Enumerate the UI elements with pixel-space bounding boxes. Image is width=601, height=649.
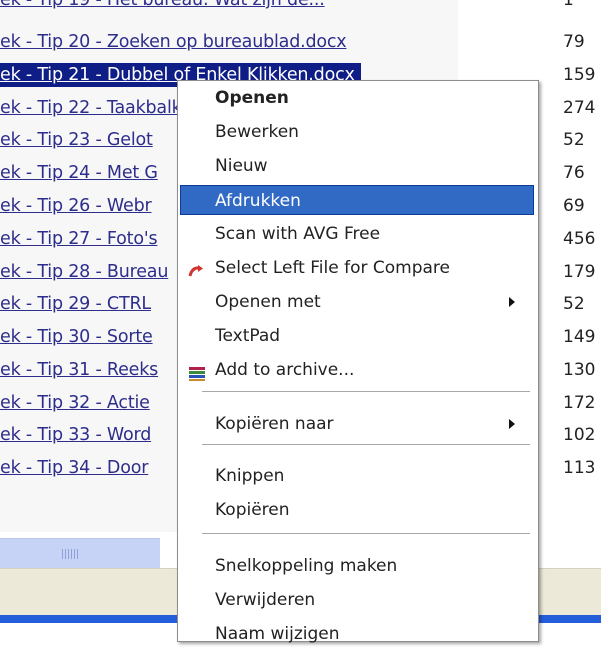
menu-item-label: TextPad: [215, 326, 281, 346]
file-name[interactable]: ek - Tip 23 - Gelot: [0, 128, 159, 152]
file-name[interactable]: ek - Tip 27 - Foto's: [0, 227, 163, 251]
menu-item-bewerken[interactable]: Bewerken: [180, 117, 534, 147]
file-row[interactable]: ek - Tip 20 - Zoeken op bureaublad.docx 7…: [0, 28, 600, 57]
menu-item-kopi-ren-naar[interactable]: Kopiëren naar: [180, 409, 534, 439]
file-size: 76: [563, 163, 585, 183]
menu-item-label: Nieuw: [215, 156, 268, 176]
menu-item-label: Naam wijzigen: [215, 624, 340, 644]
menu-separator: [202, 391, 530, 392]
menu-item-naam-wijzigen[interactable]: Naam wijzigen: [180, 619, 534, 649]
file-name[interactable]: ek - Tip 32 - Actie: [0, 391, 156, 415]
submenu-arrow-icon: [509, 297, 515, 307]
menu-item-knippen[interactable]: Knippen: [180, 461, 534, 491]
file-size: 79: [563, 32, 585, 52]
file-size: 1: [563, 0, 574, 10]
file-name[interactable]: ek - Tip 19 - Het bureau: Wat zijn de...: [0, 0, 331, 12]
menu-item-add-to-archive[interactable]: Add to archive...: [180, 355, 534, 385]
file-name[interactable]: ek - Tip 34 - Door: [0, 456, 154, 480]
file-size: 149: [563, 327, 596, 347]
file-size: 52: [563, 294, 585, 314]
menu-item-snelkoppeling-maken[interactable]: Snelkoppeling maken: [180, 551, 534, 581]
horizontal-scrollbar-thumb[interactable]: [0, 538, 160, 570]
file-size: 69: [563, 196, 585, 216]
menu-item-label: Kopiëren: [215, 500, 290, 520]
menu-item-select-left-file-for-compare[interactable]: Select Left File for Compare: [180, 253, 534, 283]
menu-separator: [202, 533, 530, 534]
file-size: 179: [563, 262, 596, 282]
menu-item-label: Kopiëren naar: [215, 414, 334, 434]
file-name[interactable]: ek - Tip 33 - Word: [0, 423, 157, 447]
menu-item-label: Add to archive...: [215, 360, 355, 380]
menu-separator: [202, 444, 530, 445]
menu-item-label: Verwijderen: [215, 590, 316, 610]
menu-item-openen[interactable]: Openen: [180, 83, 534, 113]
file-size: 52: [563, 130, 585, 150]
compare-icon: [188, 260, 206, 277]
file-size: 274: [563, 98, 596, 118]
menu-item-afdrukken[interactable]: Afdrukken: [180, 185, 534, 215]
menu-item-label: Openen: [215, 88, 289, 108]
file-name[interactable]: ek - Tip 29 - CTRL: [0, 292, 157, 316]
submenu-arrow-icon: [509, 419, 515, 429]
file-row[interactable]: ek - Tip 19 - Het bureau: Wat zijn de...…: [0, 0, 600, 15]
scrollbar-grip-icon: [62, 549, 80, 559]
file-name[interactable]: ek - Tip 30 - Sorte: [0, 325, 159, 349]
file-size: 159: [563, 65, 596, 85]
menu-item-label: Openen met: [215, 292, 321, 312]
menu-item-label: Afdrukken: [215, 191, 301, 211]
file-size: 113: [563, 458, 596, 478]
context-menu: Openen Bewerken Nieuw Afdrukken Scan with AV…: [177, 80, 539, 644]
file-name[interactable]: ek - Tip 26 - Webr: [0, 194, 157, 218]
file-name[interactable]: ek - Tip 22 - Taakbalk: [0, 96, 188, 120]
archive-icon: [188, 362, 206, 381]
menu-item-label: Snelkoppeling maken: [215, 556, 398, 576]
menu-item-label: Select Left File for Compare: [215, 258, 450, 278]
file-name[interactable]: ek - Tip 24 - Met G: [0, 161, 164, 185]
file-name[interactable]: ek - Tip 31 - Reeks: [0, 358, 164, 382]
menu-item-scan-with-avg-free[interactable]: Scan with AVG Free: [180, 219, 534, 249]
file-name[interactable]: ek - Tip 28 - Bureau: [0, 260, 174, 284]
menu-item-kopi-ren[interactable]: Kopiëren: [180, 495, 534, 525]
menu-item-label: Bewerken: [215, 122, 299, 142]
menu-item-verwijderen[interactable]: Verwijderen: [180, 585, 534, 615]
menu-item-textpad[interactable]: TextPad: [180, 321, 534, 351]
file-name[interactable]: ek - Tip 20 - Zoeken op bureaublad.docx: [0, 30, 352, 54]
file-size: 130: [563, 360, 596, 380]
menu-item-openen-met[interactable]: Openen met: [180, 287, 534, 317]
menu-item-label: Knippen: [215, 466, 285, 486]
menu-item-label: Scan with AVG Free: [215, 224, 381, 244]
file-size: 456: [563, 229, 596, 249]
file-size: 172: [563, 393, 596, 413]
menu-item-nieuw[interactable]: Nieuw: [180, 151, 534, 181]
file-size: 102: [563, 425, 596, 445]
